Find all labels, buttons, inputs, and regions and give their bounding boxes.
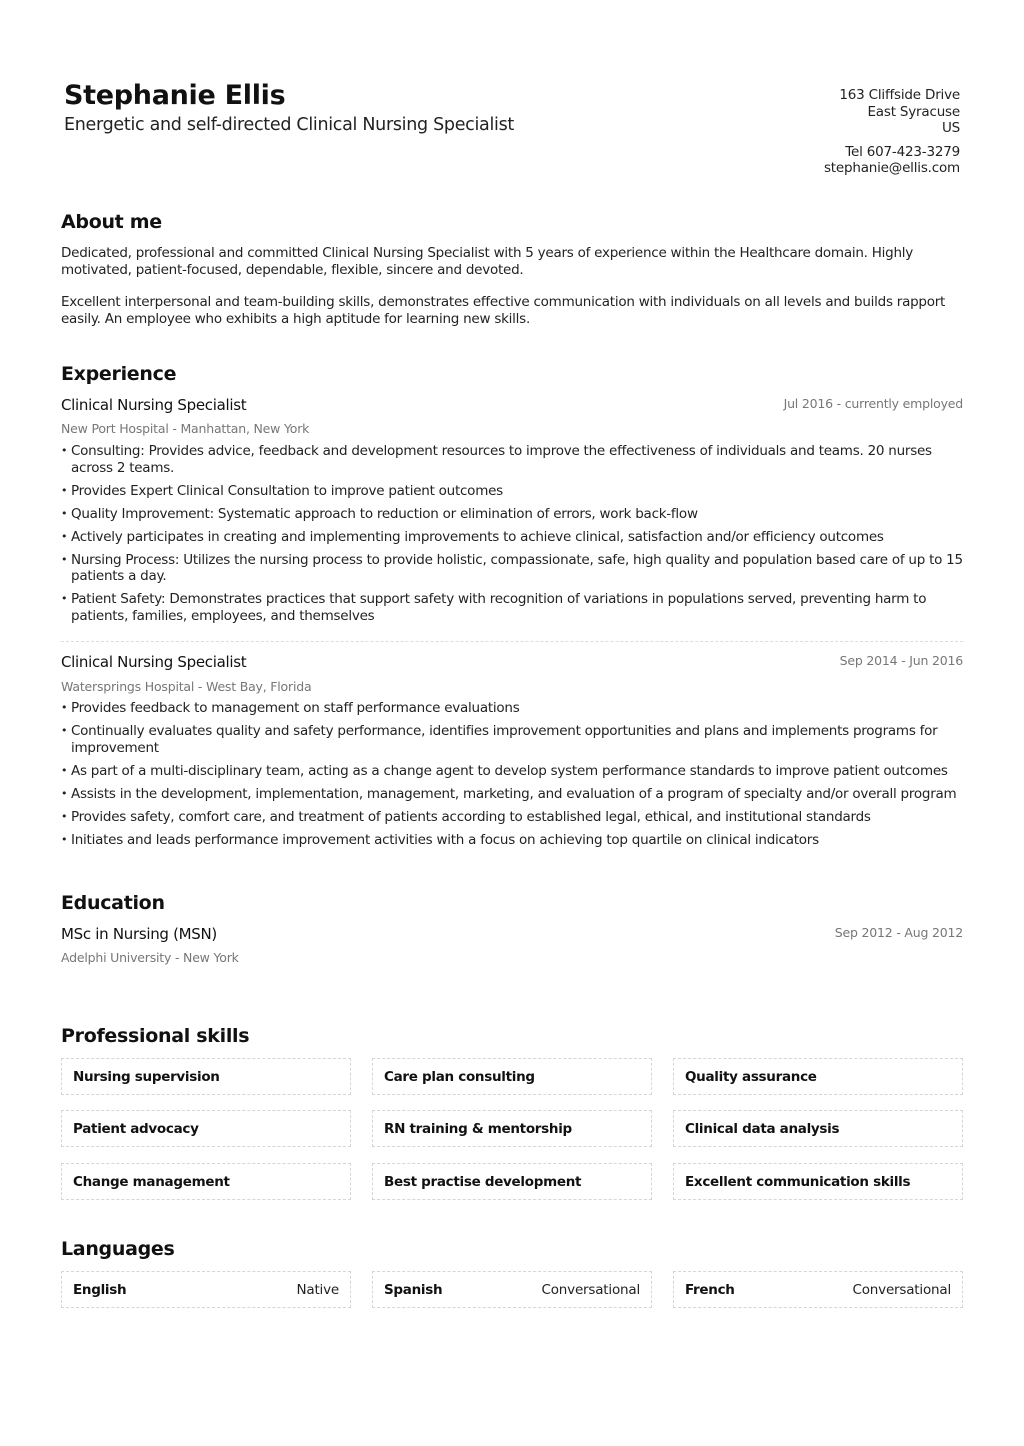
job-organization: New Port Hospital - Manhattan, New York	[61, 421, 310, 436]
section-title-experience: Experience	[61, 363, 177, 385]
section-title-education: Education	[61, 892, 165, 914]
job-bullet-list: Provides feedback to management on staff…	[61, 700, 966, 855]
language-name: French	[685, 1281, 735, 1298]
email-address[interactable]: stephanie@ellis.com	[824, 160, 960, 177]
phone-number: Tel 607-423-3279	[845, 143, 960, 160]
list-item: As part of a multi-disciplinary team, ac…	[61, 763, 966, 780]
address-line-city: East Syracuse	[867, 103, 960, 120]
job-title: Clinical Nursing Specialist	[61, 653, 247, 671]
job-dates: Jul 2016 - currently employed	[783, 396, 964, 411]
list-item: Provides feedback to management on staff…	[61, 700, 966, 717]
list-item: Nursing Process: Utilizes the nursing pr…	[61, 552, 966, 585]
skill-label: Care plan consulting	[384, 1068, 535, 1085]
skill-label: Change management	[73, 1173, 230, 1190]
skill-label: Quality assurance	[685, 1068, 817, 1085]
language-level: Conversational	[852, 1281, 952, 1298]
contact-block: 163 Cliffside Drive East Syracuse US Tel…	[824, 87, 960, 177]
skill-card: Clinical data analysis	[673, 1110, 963, 1147]
school-name: Adelphi University - New York	[61, 950, 239, 965]
list-item: Continually evaluates quality and safety…	[61, 723, 966, 756]
section-title-skills: Professional skills	[61, 1025, 250, 1047]
address-line-street: 163 Cliffside Drive	[839, 87, 960, 103]
skill-card: Excellent communication skills	[673, 1163, 963, 1200]
skill-label: Best practise development	[384, 1173, 582, 1190]
job-divider	[61, 641, 963, 642]
language-level: Native	[296, 1281, 339, 1298]
list-item: Consulting: Provides advice, feedback an…	[61, 443, 966, 476]
skill-card: Care plan consulting	[372, 1058, 652, 1095]
about-paragraph: Excellent interpersonal and team-buildin…	[61, 294, 946, 327]
language-card: English Native	[61, 1271, 351, 1308]
job-bullet-list: Consulting: Provides advice, feedback an…	[61, 443, 966, 631]
resume-page: Stephanie Ellis Energetic and self-direc…	[0, 0, 1024, 1446]
language-name: Spanish	[384, 1281, 443, 1298]
list-item: Patient Safety: Demonstrates practices t…	[61, 591, 966, 624]
section-title-languages: Languages	[61, 1238, 175, 1260]
skill-label: Clinical data analysis	[685, 1120, 840, 1137]
language-name: English	[73, 1281, 127, 1298]
address-line-country: US	[941, 120, 960, 136]
degree-title: MSc in Nursing (MSN)	[61, 925, 217, 943]
skill-card: RN training & mentorship	[372, 1110, 652, 1147]
education-dates: Sep 2012 - Aug 2012	[834, 925, 963, 940]
skill-card: Change management	[61, 1163, 351, 1200]
skill-card: Patient advocacy	[61, 1110, 351, 1147]
section-title-about: About me	[61, 211, 162, 233]
language-card: French Conversational	[673, 1271, 963, 1308]
list-item: Assists in the development, implementati…	[61, 786, 966, 803]
list-item: Actively participates in creating and im…	[61, 529, 966, 546]
skill-card: Quality assurance	[673, 1058, 963, 1095]
job-title: Clinical Nursing Specialist	[61, 396, 247, 414]
skill-card: Nursing supervision	[61, 1058, 351, 1095]
list-item: Provides Expert Clinical Consultation to…	[61, 483, 966, 500]
list-item: Quality Improvement: Systematic approach…	[61, 506, 966, 523]
list-item: Provides safety, comfort care, and treat…	[61, 809, 966, 826]
skill-label: Patient advocacy	[73, 1120, 199, 1137]
candidate-name: Stephanie Ellis	[64, 80, 286, 111]
about-paragraph: Dedicated, professional and committed Cl…	[61, 245, 914, 278]
skill-label: RN training & mentorship	[384, 1120, 572, 1137]
candidate-tagline: Energetic and self-directed Clinical Nur…	[64, 115, 514, 135]
skill-label: Nursing supervision	[73, 1068, 220, 1085]
skill-label: Excellent communication skills	[685, 1173, 911, 1190]
job-dates: Sep 2014 - Jun 2016	[839, 653, 964, 668]
skill-card: Best practise development	[372, 1163, 652, 1200]
list-item: Initiates and leads performance improvem…	[61, 832, 966, 849]
language-level: Conversational	[541, 1281, 641, 1298]
language-card: Spanish Conversational	[372, 1271, 652, 1308]
job-organization: Watersprings Hospital - West Bay, Florid…	[61, 679, 312, 694]
